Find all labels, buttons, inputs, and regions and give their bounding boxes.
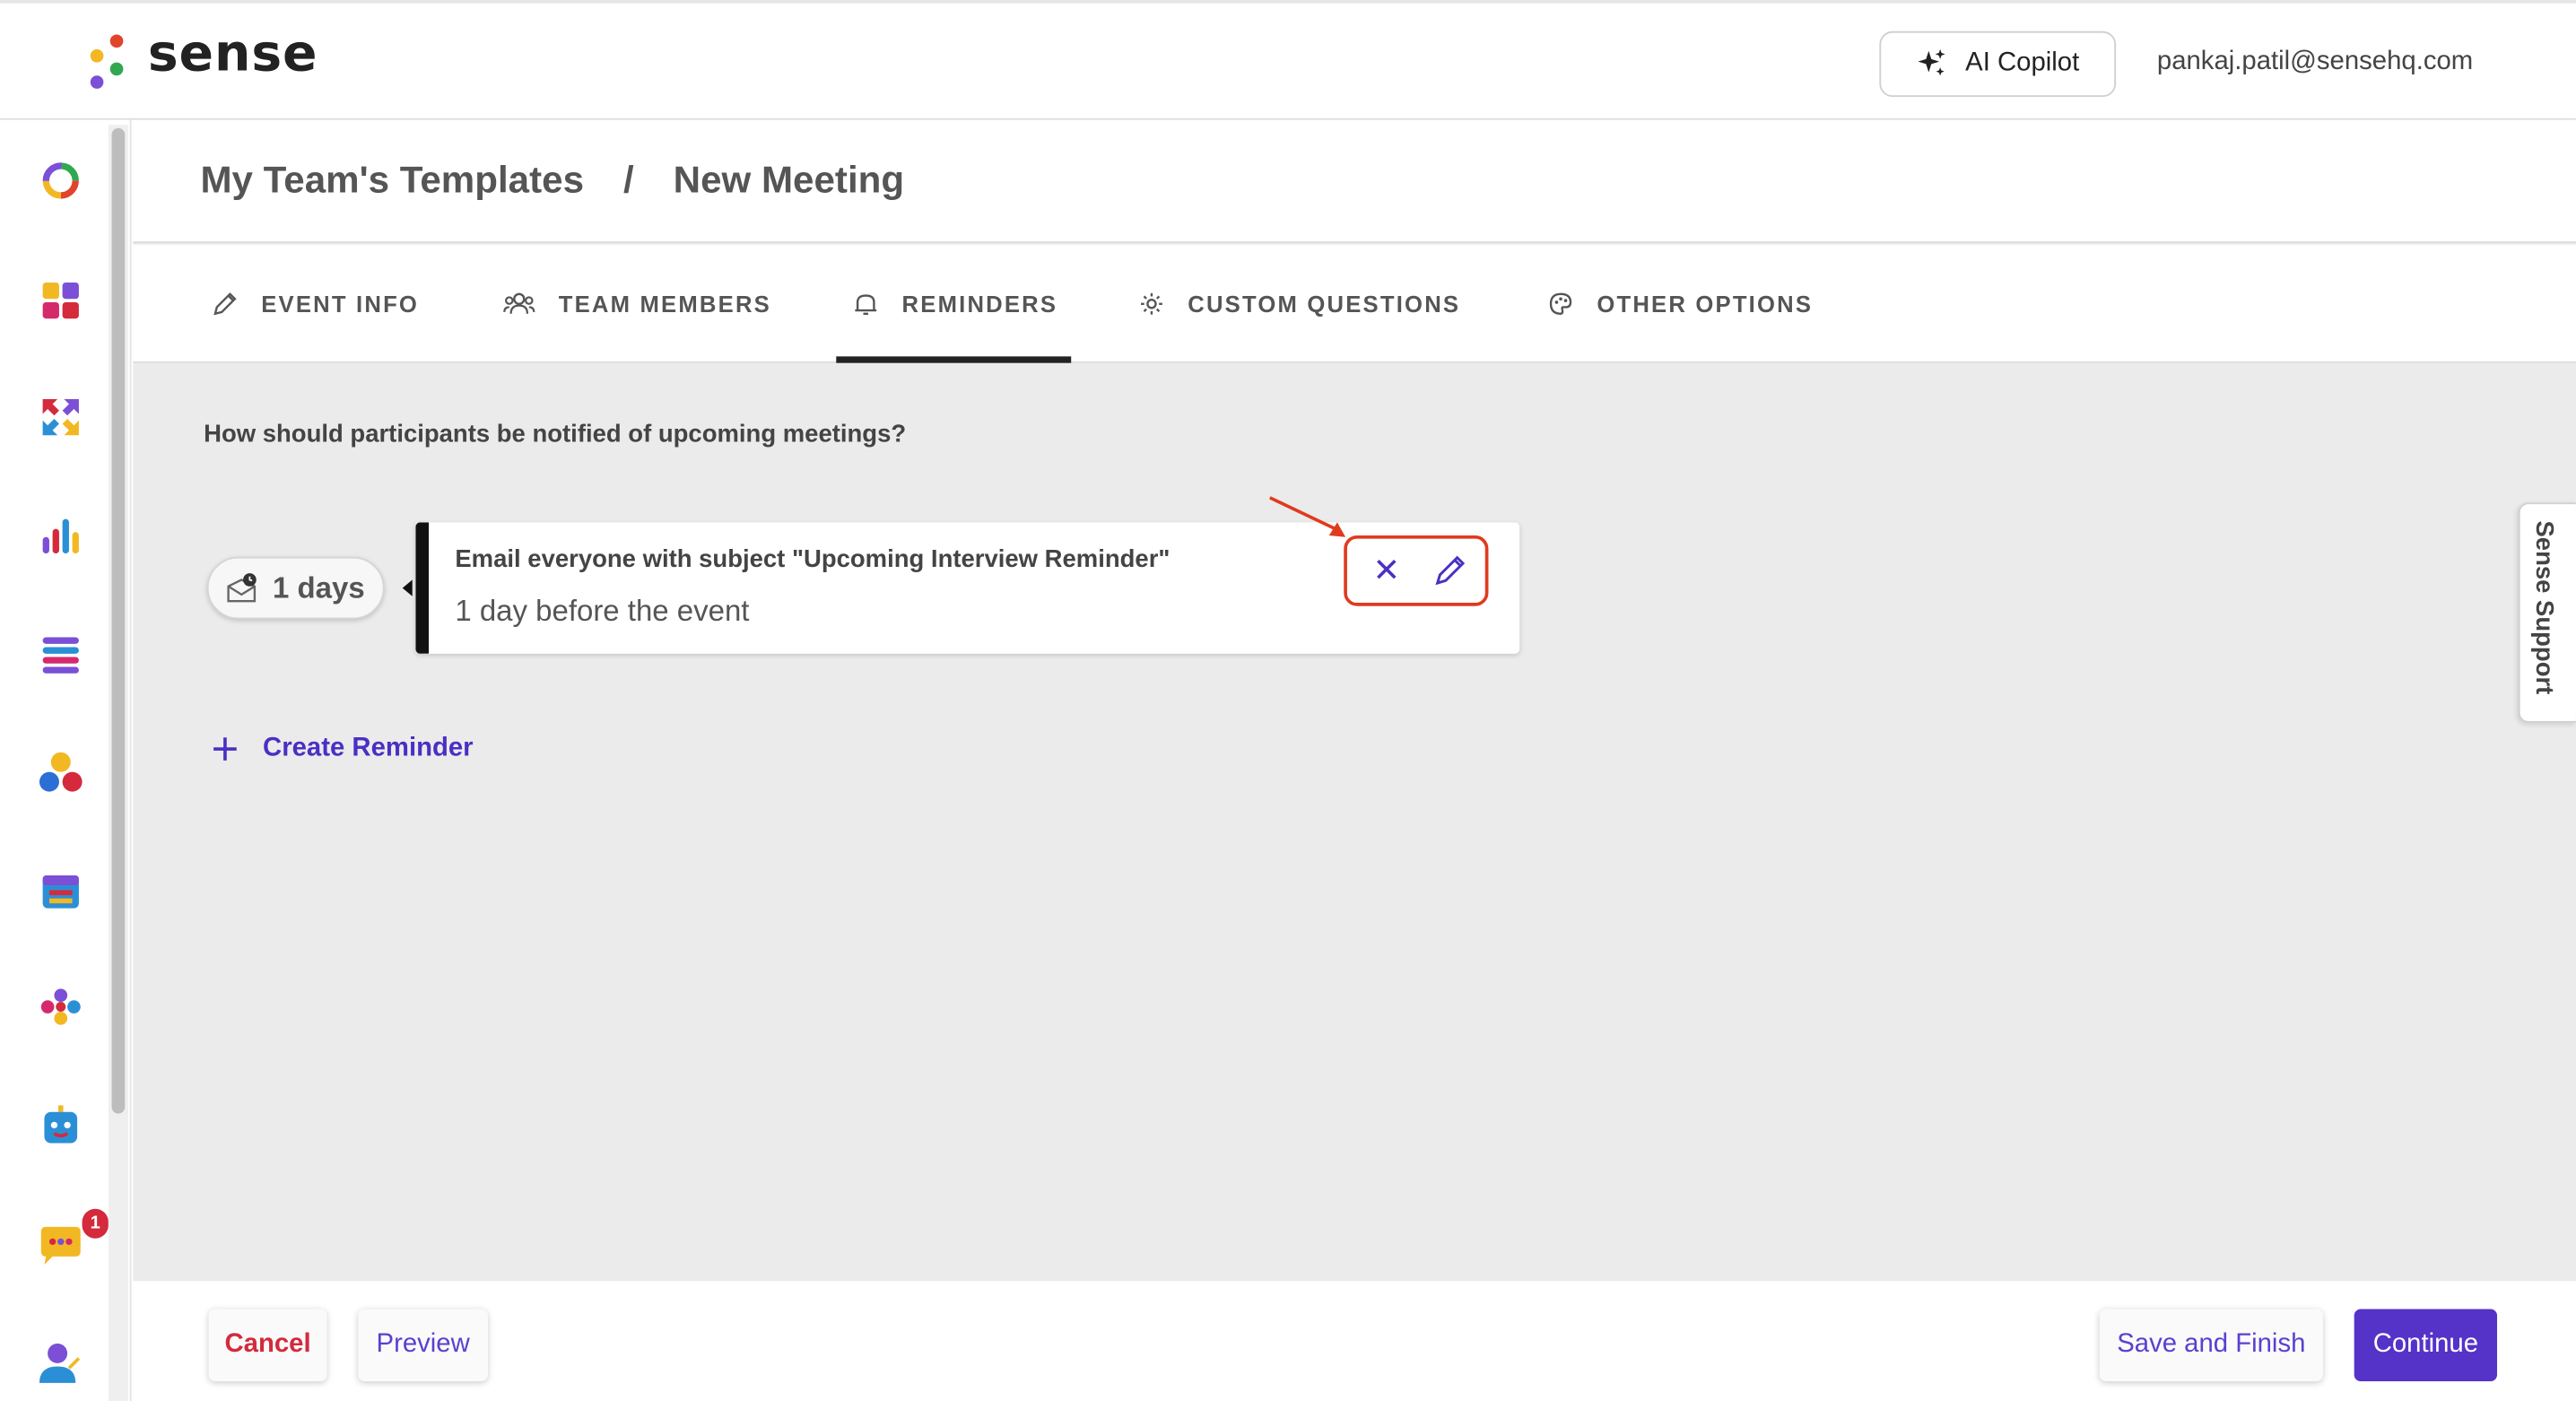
groups-icon[interactable] — [36, 747, 85, 796]
annotation-arrow-icon — [1269, 496, 1346, 537]
tab-bar: EVENT INFO TEAM MEMBERS REMINDERS CUSTOM… — [133, 244, 2576, 363]
people-network-icon[interactable] — [36, 984, 85, 1033]
tab-label: EVENT INFO — [261, 291, 420, 318]
sparkle-icon — [1918, 48, 1946, 76]
tab-label: CUSTOM QUESTIONS — [1188, 291, 1461, 318]
dashboard-icon[interactable] — [36, 276, 85, 326]
sidebar-scroll-thumb[interactable] — [111, 127, 126, 1114]
reminder-actions-highlight: ✕ — [1344, 535, 1489, 606]
create-reminder-button[interactable]: Create Reminder — [210, 734, 474, 764]
sense-support-label: Sense Support — [2529, 520, 2558, 695]
cancel-button[interactable]: Cancel — [208, 1309, 327, 1382]
analytics-icon[interactable] — [36, 511, 85, 561]
plus-icon — [213, 737, 237, 761]
people-icon — [503, 292, 535, 314]
tab-label: TEAM MEMBERS — [558, 291, 771, 318]
top-bar: sense AI Copilot pankaj.patil@sensehq.co… — [0, 0, 2576, 120]
pill-pointer — [402, 579, 413, 596]
save-and-finish-button[interactable]: Save and Finish — [2099, 1309, 2323, 1382]
breadcrumb: My Team's Templates / New Meeting — [200, 158, 904, 202]
user-settings-icon[interactable] — [36, 1338, 85, 1388]
reminder-days-pill: 1 days — [206, 556, 385, 620]
breadcrumb-parent[interactable]: My Team's Templates — [200, 158, 584, 202]
main-content: My Team's Templates / New Meeting EVENT … — [133, 119, 2576, 1282]
days-label: 1 days — [273, 570, 365, 604]
footer-bar: Cancel Preview Save and Finish Continue — [133, 1281, 2576, 1401]
arrows-icon[interactable] — [36, 393, 85, 442]
ring-logo-icon[interactable] — [36, 156, 85, 205]
gear-icon — [1141, 292, 1162, 315]
tab-label: REMINDERS — [901, 291, 1058, 318]
tab-event-info[interactable]: EVENT INFO — [212, 245, 419, 363]
reminder-subtitle: 1 day before the event — [455, 594, 750, 628]
title-bar: My Team's Templates / New Meeting — [133, 119, 2576, 244]
sense-support-tab[interactable]: Sense Support — [2518, 502, 2576, 723]
sense-logo[interactable]: sense — [85, 24, 318, 89]
logo-text: sense — [147, 24, 318, 84]
bell-icon — [855, 294, 877, 315]
ai-copilot-button[interactable]: AI Copilot — [1879, 30, 2117, 98]
reminder-title: Email everyone with subject "Upcoming In… — [455, 544, 1171, 574]
tab-reminders[interactable]: REMINDERS — [836, 245, 1071, 363]
list-icon[interactable] — [36, 629, 85, 678]
ai-copilot-label: AI Copilot — [1965, 48, 2080, 78]
mail-clock-icon — [227, 573, 257, 603]
delete-reminder-button[interactable]: ✕ — [1371, 553, 1404, 589]
edit-reminder-button[interactable] — [1432, 552, 1468, 587]
preview-button[interactable]: Preview — [358, 1309, 488, 1382]
reminder-question: How should participants be notified of u… — [204, 420, 907, 448]
tab-team-members[interactable]: TEAM MEMBERS — [502, 245, 770, 363]
tab-label: OTHER OPTIONS — [1597, 291, 1814, 318]
palette-icon — [1549, 292, 1572, 315]
logo-dots-icon — [85, 30, 128, 89]
user-email[interactable]: pankaj.patil@sensehq.com — [2157, 48, 2473, 77]
breadcrumb-separator: / — [622, 157, 634, 201]
tab-custom-questions[interactable]: CUSTOM QUESTIONS — [1138, 245, 1460, 363]
create-reminder-label: Create Reminder — [263, 734, 474, 762]
calendar-icon[interactable] — [36, 866, 85, 915]
bot-icon[interactable] — [36, 1102, 85, 1152]
continue-button[interactable]: Continue — [2354, 1309, 2498, 1382]
pencil-icon — [213, 292, 237, 316]
breadcrumb-current: New Meeting — [673, 157, 905, 201]
tab-other-options[interactable]: OTHER OPTIONS — [1547, 245, 1813, 363]
chat-icon[interactable] — [36, 1221, 85, 1270]
notification-badge: 1 — [82, 1208, 109, 1239]
